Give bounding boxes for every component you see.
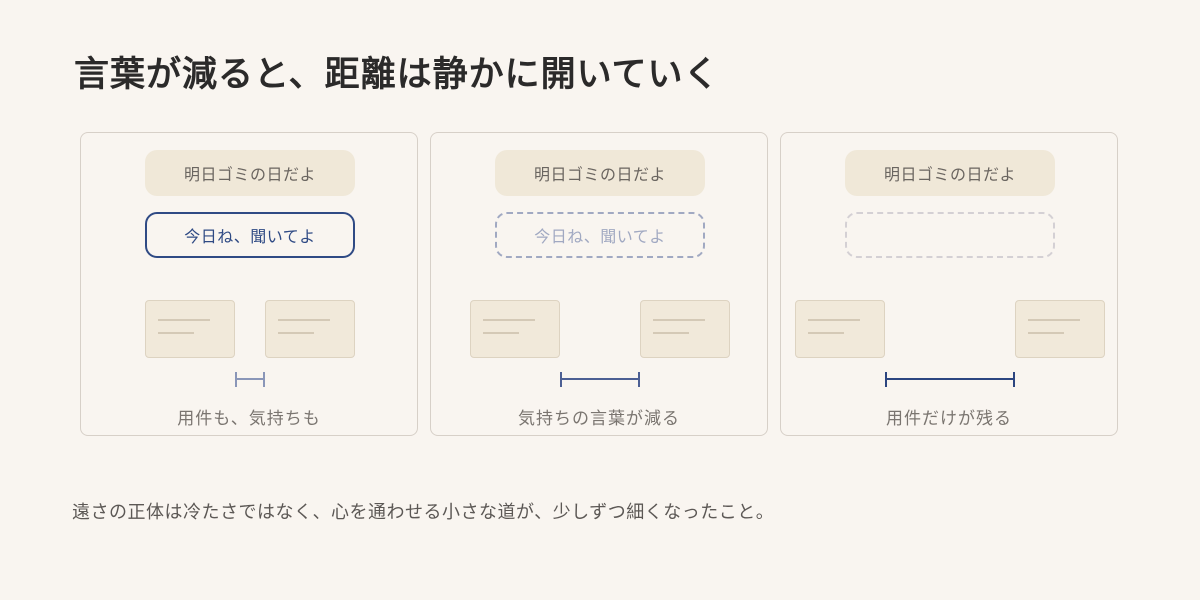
card-text-line [1028,319,1080,321]
card-text-line [278,319,330,321]
person-card-left [470,300,560,358]
distance-bar [560,378,640,380]
card-text-line [158,332,194,334]
card-text-line [653,332,689,334]
panel-caption: 用件も、気持ちも [177,409,321,429]
card-text-line [278,332,314,334]
distance-indicator [235,372,265,387]
card-text-line [483,319,535,321]
person-card-left [145,300,235,358]
card-text-line [158,319,210,321]
person-card-left [795,300,885,358]
person-card-right [640,300,730,358]
message-bubble-top: 明日ゴミの日だよ [495,150,705,196]
panel-stage-3: 明日ゴミの日だよ 用件だけが残る [780,132,1118,436]
distance-tick-right [263,372,265,387]
distance-tick-right [1013,372,1015,387]
message-bubble-top: 明日ゴミの日だよ [845,150,1055,196]
footer-note: 遠さの正体は冷たさではなく、心を通わせる小さな道が、少しずつ細くなったこと。 [72,502,775,523]
person-card-right [1015,300,1105,358]
card-text-line [808,319,860,321]
card-text-line [653,319,705,321]
distance-bar [235,378,265,380]
card-text-line [1028,332,1064,334]
distance-tick-right [638,372,640,387]
panel-caption: 用件だけが残る [886,409,1012,429]
panel-caption: 気持ちの言葉が減る [518,409,680,429]
card-text-line [483,332,519,334]
reply-bubble-solid: 今日ね、聞いてよ [145,212,355,258]
reply-bubble-empty [845,212,1055,258]
panel-stage-2: 明日ゴミの日だよ 今日ね、聞いてよ 気持ちの言葉が減る [430,132,768,436]
panel-stage-1: 明日ゴミの日だよ 今日ね、聞いてよ 用件も、気持ちも [80,132,418,436]
distance-indicator [560,372,640,387]
reply-bubble-dashed: 今日ね、聞いてよ [495,212,705,258]
page-title: 言葉が減ると、距離は静かに開いていく [74,54,720,95]
distance-bar [885,378,1015,380]
message-bubble-top: 明日ゴミの日だよ [145,150,355,196]
person-card-right [265,300,355,358]
card-text-line [808,332,844,334]
distance-indicator [885,372,1015,387]
